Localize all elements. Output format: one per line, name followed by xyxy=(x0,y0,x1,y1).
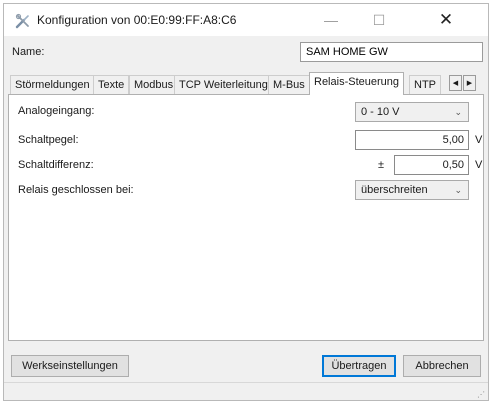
abbrechen-button[interactable]: Abbrechen xyxy=(403,355,481,377)
config-window: Konfiguration von 00:E0:99:FF:A8:C6 — ☐ … xyxy=(3,3,489,401)
tab-bar: Störmeldungen Texte Modbus TCP Weiterlei… xyxy=(4,72,488,95)
name-row: Name: xyxy=(4,42,488,64)
tab-ntp[interactable]: NTP xyxy=(409,75,441,94)
tab-stoermeldungen[interactable]: Störmeldungen xyxy=(10,75,95,94)
tab-relais-steuerung[interactable]: Relais-Steuerung xyxy=(309,72,404,95)
schaltpegel-input[interactable]: 5,00 xyxy=(355,130,469,150)
tab-m-bus[interactable]: M-Bus xyxy=(268,75,310,94)
tab-texte[interactable]: Texte xyxy=(93,75,130,94)
schaltdifferenz-unit: V xyxy=(475,159,483,171)
analogeingang-value: 0 - 10 V xyxy=(361,106,400,118)
tab-scroll-right-icon[interactable]: ▶ xyxy=(463,75,476,91)
schaltdifferenz-label: Schaltdifferenz: xyxy=(18,159,94,171)
analogeingang-select[interactable]: 0 - 10 V ⌄ xyxy=(355,102,469,122)
tab-tcp-weiterleitung[interactable]: TCP Weiterleitung xyxy=(174,75,273,94)
title-bar: Konfiguration von 00:E0:99:FF:A8:C6 — ☐ … xyxy=(4,4,488,36)
plus-minus-sign: ± xyxy=(378,159,385,171)
relais-geschlossen-label: Relais geschlossen bei: xyxy=(18,184,134,196)
tab-scroll-left-icon[interactable]: ◀ xyxy=(449,75,462,91)
analogeingang-label: Analogeingang: xyxy=(18,105,95,117)
werkseinstellungen-button[interactable]: Werkseinstellungen xyxy=(11,355,129,377)
schaltdifferenz-input[interactable]: 0,50 xyxy=(394,155,469,175)
maximize-button[interactable]: ☐ xyxy=(357,4,401,36)
name-input[interactable] xyxy=(300,42,483,62)
chevron-down-icon: ⌄ xyxy=(454,107,462,117)
status-bar: ⋰ xyxy=(4,382,488,401)
tools-icon xyxy=(15,13,31,29)
close-button[interactable]: ✕ xyxy=(424,4,468,36)
relais-geschlossen-value: überschreiten xyxy=(361,184,428,196)
window-title: Konfiguration von 00:E0:99:FF:A8:C6 xyxy=(37,13,237,27)
schaltpegel-unit: V xyxy=(475,134,483,146)
resize-grip-icon[interactable]: ⋰ xyxy=(477,390,485,399)
relais-steuerung-panel: Analogeingang: 0 - 10 V ⌄ Schaltpegel: 5… xyxy=(8,94,484,341)
tab-modbus[interactable]: Modbus xyxy=(129,75,179,94)
schaltpegel-label: Schaltpegel: xyxy=(18,134,79,146)
relais-geschlossen-select[interactable]: überschreiten ⌄ xyxy=(355,180,469,200)
uebertragen-button[interactable]: Übertragen xyxy=(322,355,396,377)
chevron-down-icon: ⌄ xyxy=(454,185,462,195)
name-label: Name: xyxy=(12,46,45,58)
minimize-button[interactable]: — xyxy=(309,4,353,36)
